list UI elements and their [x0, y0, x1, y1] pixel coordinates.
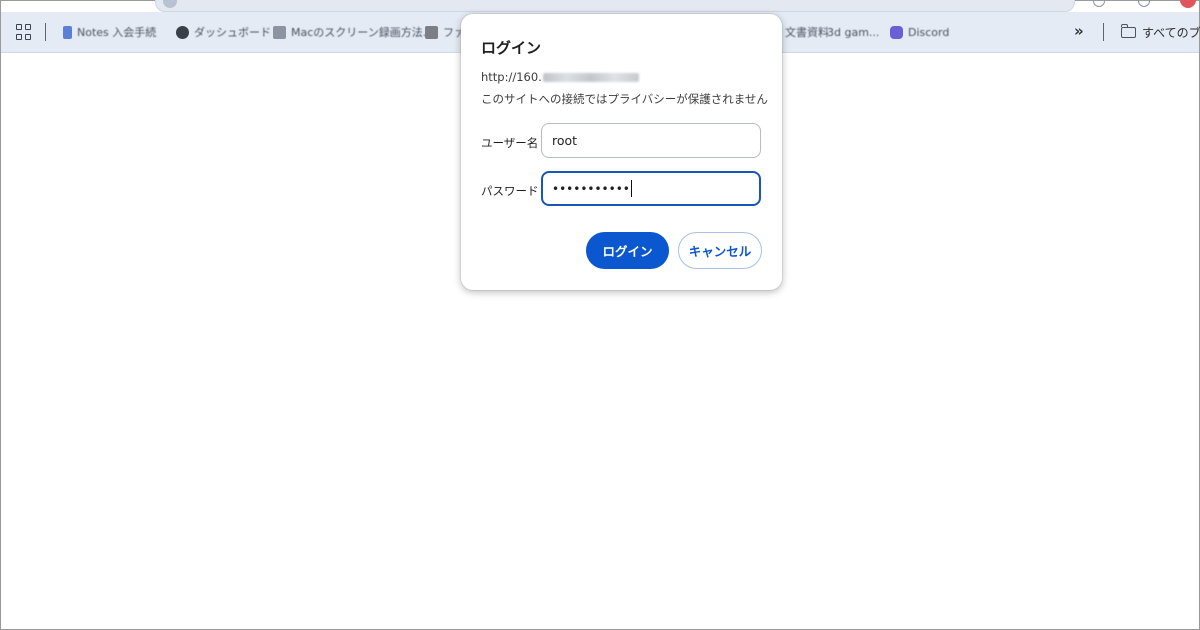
privacy-warning: このサイトへの接続ではプライバシーが保護されません [481, 92, 768, 106]
downloads-icon[interactable] [1138, 0, 1150, 7]
bookmarks-overflow-chevron-icon[interactable]: » [1074, 22, 1084, 40]
bookmarks-separator [1103, 23, 1104, 41]
bookmark-item[interactable]: ダッシュボード [176, 23, 271, 41]
all-bookmarks-label: すべてのブ [1142, 26, 1200, 40]
dialog-title: ログイン [481, 39, 542, 57]
text-caret [630, 180, 632, 197]
bookmark-item[interactable]: 3d gam... [827, 23, 879, 41]
url-redacted [542, 72, 639, 82]
profile-avatar[interactable] [1180, 0, 1196, 8]
login-dialog: ログイン http://160. このサイトへの接続ではプライバシーが保護されま… [461, 14, 782, 290]
password-value: ••••••••••• [552, 181, 630, 196]
dialog-url: http://160. [481, 70, 639, 84]
all-bookmarks-button[interactable]: すべてのブ [1120, 24, 1200, 41]
address-bar[interactable] [155, 0, 1075, 12]
password-input[interactable]: ••••••••••• [541, 171, 761, 206]
bookmark-item[interactable]: ファイル [425, 23, 463, 41]
bookmarks-separator [45, 23, 46, 41]
username-value: root [552, 133, 578, 148]
discord-icon [890, 25, 903, 39]
bookmark-item[interactable]: Discord [890, 23, 949, 41]
login-button[interactable]: ログイン [586, 232, 669, 269]
apps-grid-icon[interactable] [16, 24, 32, 40]
username-input[interactable]: root [541, 123, 761, 158]
bookmark-item[interactable]: 文書資料 [785, 23, 829, 41]
image-icon [273, 25, 286, 39]
gear-icon [176, 25, 189, 39]
folder-icon [425, 25, 438, 39]
bookmark-item[interactable]: Macのスクリーン録画方法... [273, 23, 433, 41]
username-label: ユーザー名 [481, 136, 539, 150]
extension-icon[interactable] [1093, 0, 1105, 7]
bookmark-item[interactable]: Notes 入会手続 [63, 23, 156, 41]
password-label: パスワード [481, 184, 539, 198]
cancel-button[interactable]: キャンセル [678, 232, 762, 269]
url-text: http://160. [481, 70, 542, 84]
bookmark-blue-icon [63, 25, 72, 39]
folder-icon [1120, 24, 1136, 38]
